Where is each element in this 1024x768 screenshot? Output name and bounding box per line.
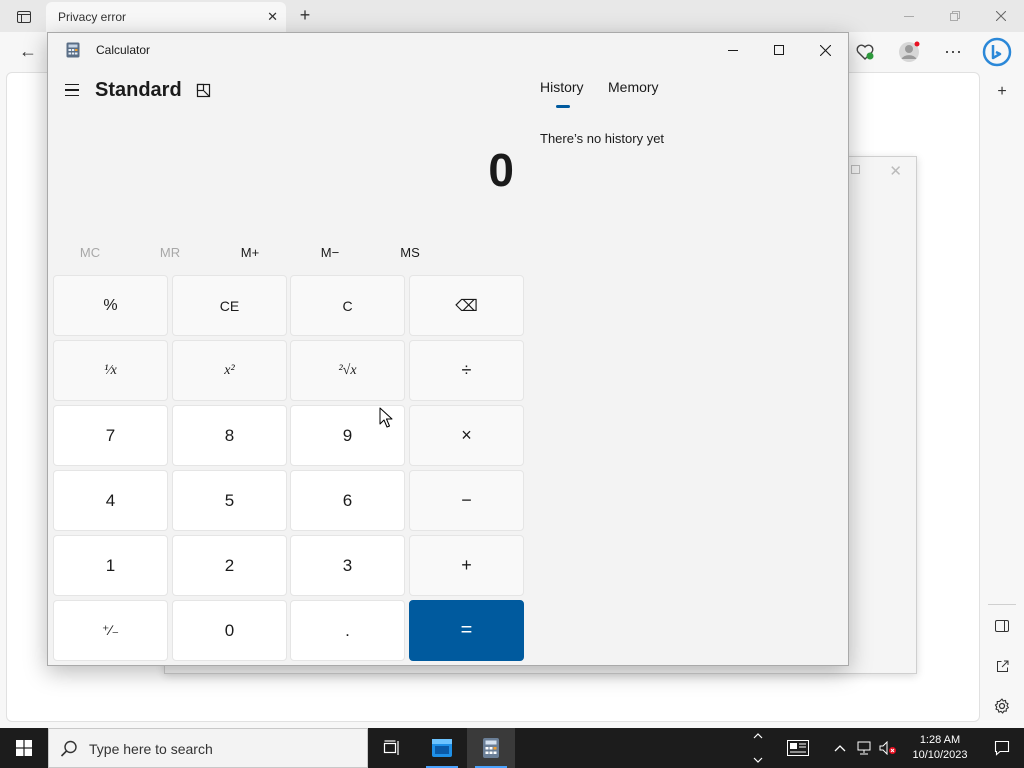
- reciprocal-button[interactable]: ¹⁄x: [53, 340, 168, 401]
- tab-actions-icon[interactable]: [10, 7, 38, 27]
- windows-start-icon[interactable]: [0, 728, 48, 768]
- sidebar-divider: [988, 604, 1016, 605]
- background-maximize-icon[interactable]: [851, 165, 860, 177]
- sidebar-add-icon[interactable]: +: [992, 82, 1012, 102]
- negate-button[interactable]: ⁺∕₋: [53, 600, 168, 661]
- square-button[interactable]: x²: [172, 340, 287, 401]
- search-icon: [60, 740, 77, 757]
- multiply-button[interactable]: ×: [409, 405, 524, 466]
- divide-button[interactable]: ÷: [409, 340, 524, 401]
- decimal-button[interactable]: .: [290, 600, 405, 661]
- minimize-icon[interactable]: [886, 0, 932, 32]
- restore-icon[interactable]: [932, 0, 978, 32]
- memory-subtract-button[interactable]: M−: [290, 241, 370, 265]
- digit-6-button[interactable]: 6: [290, 470, 405, 531]
- split-screen-icon[interactable]: [992, 616, 1012, 636]
- toolbar-right: ⋯: [848, 36, 1014, 68]
- tab-privacy-error[interactable]: Privacy error ✕: [46, 2, 286, 32]
- profile-avatar-icon[interactable]: [892, 37, 926, 67]
- clear-entry-button[interactable]: CE: [172, 275, 287, 336]
- calculator-window-title: Calculator: [96, 43, 151, 57]
- digit-5-button[interactable]: 5: [172, 470, 287, 531]
- no-history-message: There’s no history yet: [540, 131, 665, 146]
- digit-2-button[interactable]: 2: [172, 535, 287, 596]
- memory-add-button[interactable]: M+: [210, 241, 290, 265]
- calc-minimize-icon[interactable]: [710, 33, 756, 67]
- mode-title: Standard: [95, 79, 182, 101]
- more-options-icon[interactable]: ⋯: [936, 37, 970, 67]
- digit-1-button[interactable]: 1: [53, 535, 168, 596]
- history-memory-tabs: History Memory: [540, 79, 740, 109]
- tab-strip: Privacy error ✕ +: [0, 0, 1024, 32]
- taskbar: Type here to search 1:28 AM 10/10/2023: [0, 728, 1024, 768]
- show-hidden-icons-icon[interactable]: [828, 728, 852, 768]
- equals-button[interactable]: =: [409, 600, 524, 661]
- scroll-arrows-icon[interactable]: [748, 728, 768, 768]
- calc-maximize-icon[interactable]: [756, 33, 802, 67]
- system-tray: 1:28 AM 10/10/2023: [748, 728, 1024, 768]
- search-placeholder: Type here to search: [89, 741, 213, 757]
- calculator-window-controls: [710, 33, 848, 67]
- keypad: % CE C ⌫ ¹⁄x x² ²√x ÷ 7 8 9 × 4 5 6 − 1 …: [53, 275, 525, 662]
- minus-button[interactable]: −: [409, 470, 524, 531]
- taskbar-search-box[interactable]: Type here to search: [48, 728, 368, 768]
- task-view-icon[interactable]: [368, 728, 416, 768]
- tab-title: Privacy error: [58, 10, 127, 24]
- digit-0-button[interactable]: 0: [172, 600, 287, 661]
- keep-on-top-icon[interactable]: [194, 81, 214, 101]
- hamburger-menu-icon[interactable]: [62, 79, 84, 101]
- new-tab-icon[interactable]: +: [294, 5, 316, 27]
- result-display: 0: [488, 144, 514, 196]
- memory-row: MC MR M+ M− MS: [48, 241, 528, 265]
- tab-memory[interactable]: Memory: [608, 79, 659, 95]
- background-close-icon[interactable]: ✕: [889, 162, 902, 180]
- browser-window-controls: [886, 0, 1024, 32]
- percent-button[interactable]: %: [53, 275, 168, 336]
- clock-time: 1:28 AM: [919, 734, 961, 746]
- tab-history[interactable]: History: [540, 79, 584, 95]
- edge-taskbar-icon[interactable]: [418, 728, 466, 768]
- close-icon[interactable]: [978, 0, 1024, 32]
- open-external-icon[interactable]: [992, 656, 1012, 676]
- system-clock[interactable]: 1:28 AM 10/10/2023: [900, 728, 980, 768]
- back-button[interactable]: ←: [14, 40, 42, 64]
- mouse-cursor-icon: [379, 407, 393, 428]
- digit-3-button[interactable]: 3: [290, 535, 405, 596]
- calculator-app-icon: [66, 42, 80, 58]
- calc-close-icon[interactable]: [802, 33, 848, 67]
- digit-7-button[interactable]: 7: [53, 405, 168, 466]
- memory-store-button[interactable]: MS: [370, 241, 450, 265]
- plus-button[interactable]: +: [409, 535, 524, 596]
- settings-gear-icon[interactable]: [992, 696, 1012, 716]
- clock-date: 10/10/2023: [912, 749, 968, 761]
- clear-button[interactable]: C: [290, 275, 405, 336]
- square-root-button[interactable]: ²√x: [290, 340, 405, 401]
- browser-essentials-icon[interactable]: [848, 37, 882, 67]
- memory-clear-button[interactable]: MC: [50, 241, 130, 265]
- network-icon[interactable]: [852, 728, 876, 768]
- calculator-taskbar-icon[interactable]: [467, 728, 515, 768]
- news-widget-icon[interactable]: [768, 728, 828, 768]
- volume-muted-icon[interactable]: [876, 728, 900, 768]
- active-tab-indicator: [556, 105, 570, 108]
- digit-8-button[interactable]: 8: [172, 405, 287, 466]
- calculator-window: Calculator Standard 0 MC MR M+ M− MS % C…: [47, 32, 849, 666]
- copilot-icon[interactable]: [980, 37, 1014, 67]
- calculator-titlebar: Calculator: [48, 33, 848, 67]
- browser-sidebar: +: [980, 72, 1024, 728]
- tab-close-icon[interactable]: ✕: [267, 9, 278, 25]
- digit-4-button[interactable]: 4: [53, 470, 168, 531]
- notifications-icon[interactable]: [980, 728, 1024, 768]
- backspace-button[interactable]: ⌫: [409, 275, 524, 336]
- memory-recall-button[interactable]: MR: [130, 241, 210, 265]
